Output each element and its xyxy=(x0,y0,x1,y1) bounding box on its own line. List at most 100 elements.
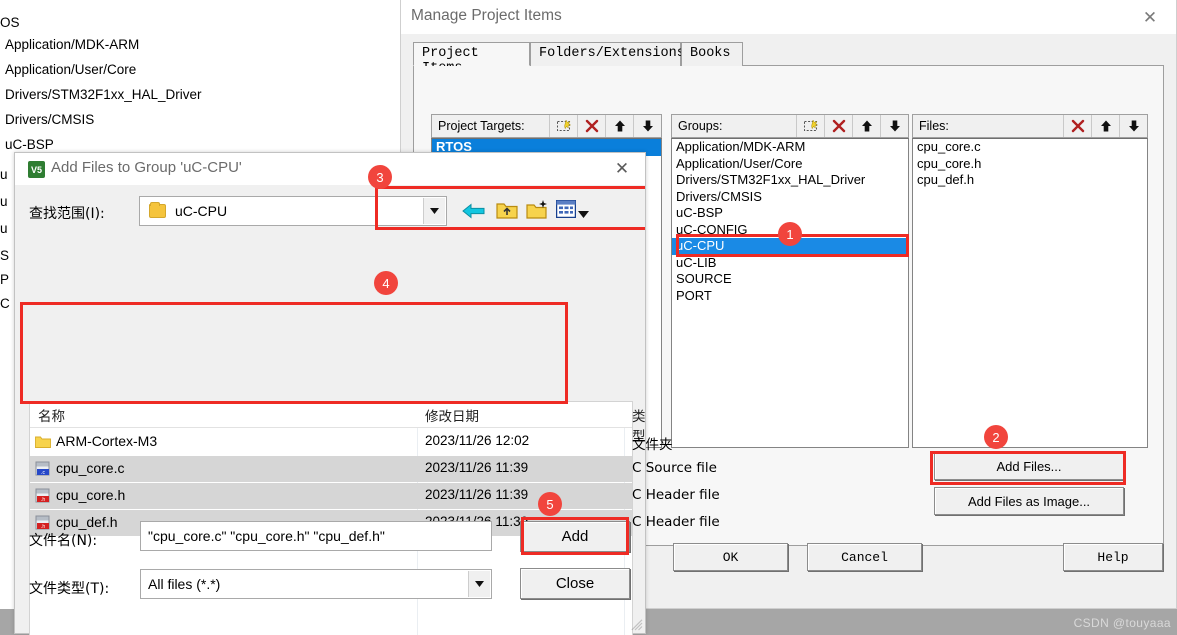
annotation-badge-3: 3 xyxy=(368,165,392,189)
tree-item[interactable]: uC-BSP xyxy=(5,137,54,152)
file-row[interactable]: ARM-Cortex-M3 2023/11/26 12:02 文件夹 xyxy=(30,429,673,455)
watermark: CSDN @touyaaa xyxy=(1073,616,1171,630)
folder-icon xyxy=(35,434,51,450)
annotation-badge-5: 5 xyxy=(538,492,562,516)
move-up-icon[interactable] xyxy=(1091,115,1119,137)
delete-x-icon[interactable] xyxy=(577,115,605,137)
tab-project-items[interactable]: Project Items xyxy=(413,42,530,76)
file-name: cpu_def.h xyxy=(56,514,118,530)
up-folder-icon[interactable] xyxy=(496,199,518,224)
c-header-file-icon: .h xyxy=(35,515,51,531)
move-up-icon[interactable] xyxy=(852,115,880,137)
groups-list[interactable]: Application/MDK-ARM Application/User/Cor… xyxy=(671,138,909,448)
list-item[interactable]: Application/MDK-ARM xyxy=(672,139,908,156)
file-type: 文件夹 xyxy=(632,437,673,453)
tab-books[interactable]: Books xyxy=(681,42,743,66)
add-files-as-image-button[interactable]: Add Files as Image... xyxy=(934,487,1124,515)
list-item[interactable]: SOURCE xyxy=(672,271,908,288)
tree-item[interactable]: C xyxy=(0,296,10,311)
chevron-down-icon[interactable] xyxy=(423,198,445,224)
close-button[interactable]: Close xyxy=(520,568,630,599)
chevron-down-icon[interactable] xyxy=(468,571,490,597)
file-name: cpu_core.c xyxy=(56,460,125,476)
new-item-icon[interactable] xyxy=(796,115,824,137)
file-type: C Header file xyxy=(632,514,720,530)
view-mode-icon[interactable] xyxy=(555,199,577,221)
move-down-icon[interactable] xyxy=(880,115,908,137)
file-date: 2023/11/26 11:39 xyxy=(425,460,529,475)
folder-icon xyxy=(149,202,166,218)
tree-item[interactable]: Application/MDK-ARM xyxy=(5,37,139,52)
file-type: C Header file xyxy=(632,487,720,503)
tree-item[interactable]: u xyxy=(0,167,8,182)
column-header-name[interactable]: 名称 xyxy=(38,405,65,425)
help-button[interactable]: Help xyxy=(1063,543,1163,571)
filename-label: 文件名(N): xyxy=(29,533,98,549)
delete-x-icon[interactable] xyxy=(824,115,852,137)
c-source-file-icon: .c xyxy=(35,461,51,477)
file-type: C Source file xyxy=(632,460,717,476)
annotation-badge-1: 1 xyxy=(778,222,802,246)
files-list[interactable]: cpu_core.c cpu_core.h cpu_def.h xyxy=(912,138,1148,448)
back-arrow-icon[interactable] xyxy=(462,200,486,225)
cancel-button[interactable]: Cancel xyxy=(807,543,922,571)
column-header-date[interactable]: 修改日期 xyxy=(425,405,479,425)
delete-x-icon[interactable] xyxy=(1063,115,1091,137)
project-targets-header: Project Targets: xyxy=(431,114,662,138)
list-item[interactable]: uC-LIB xyxy=(672,255,908,272)
add-files-dialog-title: Add Files to Group 'uC-CPU' xyxy=(51,159,242,176)
list-item[interactable]: uC-BSP xyxy=(672,205,908,222)
manage-dialog-titlebar: Manage Project Items ✕ xyxy=(401,0,1176,34)
chevron-down-icon[interactable] xyxy=(578,206,589,221)
move-up-icon[interactable] xyxy=(605,115,633,137)
close-icon[interactable]: ✕ xyxy=(1132,4,1168,30)
tree-item[interactable]: OS xyxy=(0,15,20,30)
filename-input[interactable]: "cpu_core.c" "cpu_core.h" "cpu_def.h" xyxy=(140,521,492,551)
new-item-icon[interactable] xyxy=(549,115,577,137)
add-button[interactable]: Add xyxy=(520,521,630,552)
file-row-selected[interactable]: .c cpu_core.c 2023/11/26 11:39 C Source … xyxy=(30,456,717,482)
close-icon[interactable]: ✕ xyxy=(605,156,639,182)
filetype-combo[interactable]: All files (*.*) xyxy=(140,569,492,599)
manage-dialog-title: Manage Project Items xyxy=(411,7,562,24)
list-item[interactable]: Application/User/Core xyxy=(672,156,908,173)
files-header: Files: xyxy=(912,114,1148,138)
files-label: Files: xyxy=(919,119,949,133)
filetype-value: All files (*.*) xyxy=(148,576,221,592)
list-item[interactable]: cpu_core.h xyxy=(913,156,1147,173)
list-item[interactable]: PORT xyxy=(672,288,908,305)
filetype-label: 文件类型(T): xyxy=(29,581,110,597)
lookin-value: uC-CPU xyxy=(175,203,228,219)
svg-text:.c: .c xyxy=(41,470,46,476)
move-down-icon[interactable] xyxy=(1119,115,1147,137)
svg-text:.h: .h xyxy=(41,497,46,503)
resize-grip[interactable] xyxy=(631,619,643,631)
tree-item[interactable]: P xyxy=(0,272,9,287)
new-folder-icon[interactable] xyxy=(526,199,550,224)
annotation-badge-2: 2 xyxy=(984,425,1008,449)
tree-item[interactable]: Application/User/Core xyxy=(5,62,136,77)
tree-item[interactable]: u xyxy=(0,221,8,236)
lookin-combo[interactable]: uC-CPU xyxy=(139,196,447,226)
list-item[interactable]: cpu_core.c xyxy=(913,139,1147,156)
add-files-titlebar: V5 Add Files to Group 'uC-CPU' ✕ xyxy=(15,153,645,185)
add-files-button[interactable]: Add Files... xyxy=(934,452,1124,480)
file-browser-header: 名称 修改日期 类型 xyxy=(30,402,646,445)
tree-item[interactable]: u xyxy=(0,194,8,209)
file-browser-listview[interactable]: 名称 修改日期 类型 ARM-Cortex-M3 2023/11/26 12:0… xyxy=(29,401,720,635)
list-item[interactable]: cpu_def.h xyxy=(913,172,1147,189)
list-item[interactable]: Drivers/CMSIS xyxy=(672,189,908,206)
keil-app-icon: V5 xyxy=(28,161,45,178)
groups-label: Groups: xyxy=(678,119,723,133)
tree-item[interactable]: Drivers/STM32F1xx_HAL_Driver xyxy=(5,87,202,102)
annotation-badge-4: 4 xyxy=(374,271,398,295)
move-down-icon[interactable] xyxy=(633,115,661,137)
add-files-dialog: V5 Add Files to Group 'uC-CPU' ✕ 查找范围(I)… xyxy=(14,152,720,635)
tab-strip: Project Items Folders/Extensions Books xyxy=(413,42,1176,76)
ok-button[interactable]: OK xyxy=(673,543,788,571)
tree-item[interactable]: S xyxy=(0,248,9,263)
tree-item[interactable]: Drivers/CMSIS xyxy=(5,112,94,127)
tab-folders-extensions[interactable]: Folders/Extensions xyxy=(530,42,685,66)
file-name: cpu_core.h xyxy=(56,487,126,503)
list-item[interactable]: Drivers/STM32F1xx_HAL_Driver xyxy=(672,172,908,189)
